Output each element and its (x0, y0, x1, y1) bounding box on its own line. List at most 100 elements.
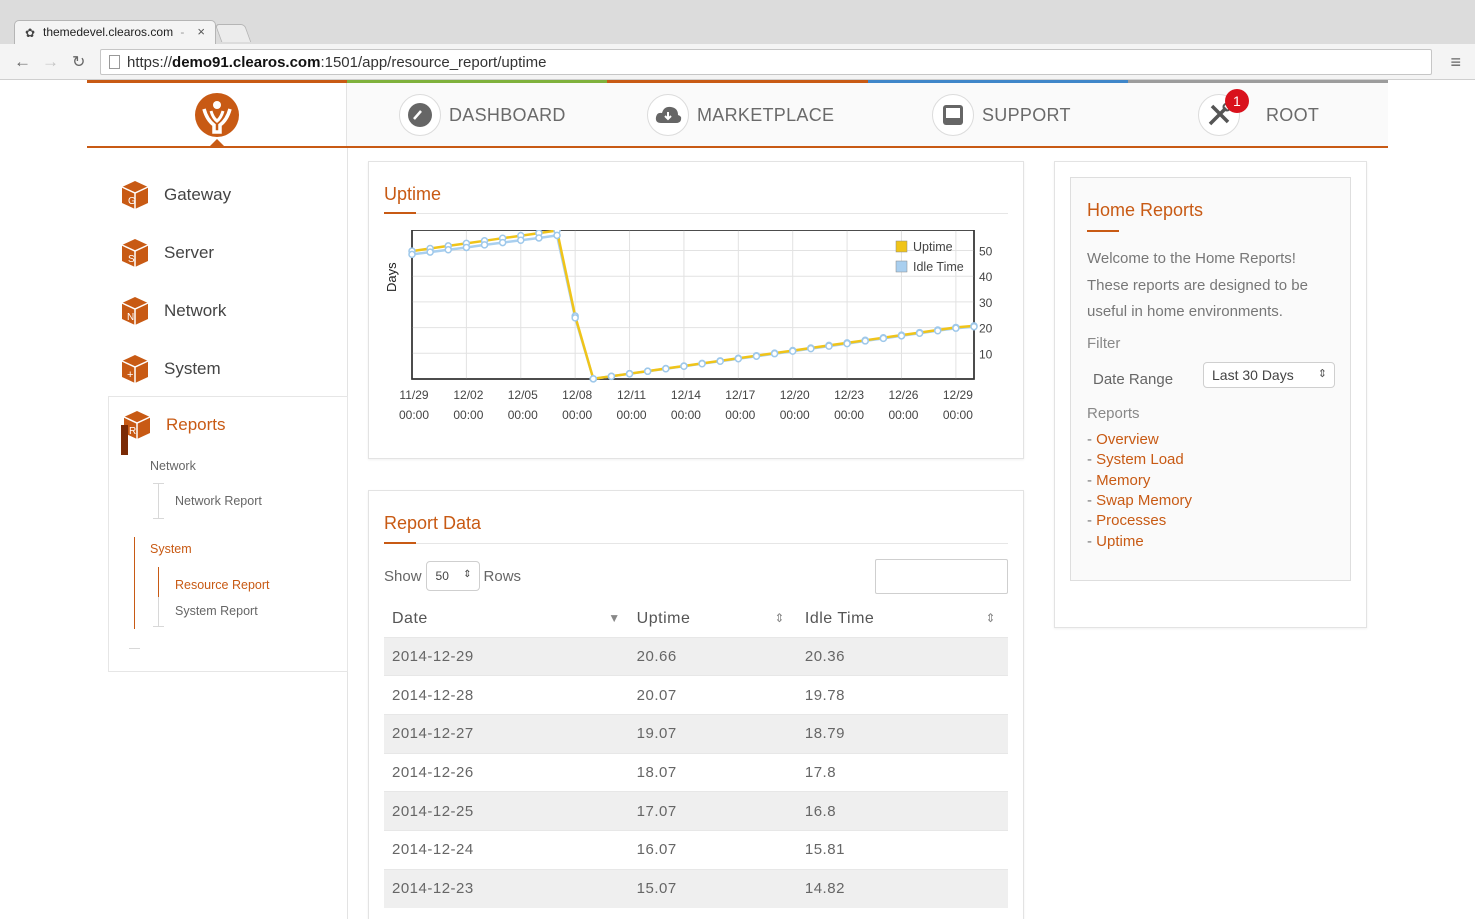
app-page: DASHBOARD MARKETPLACE SUPPORT 1 ROOT G G… (87, 80, 1389, 919)
home-reports-panel: Home Reports Welcome to the Home Reports… (1054, 161, 1367, 628)
tree-line (153, 518, 164, 519)
y-tick-label: 20 (979, 322, 993, 336)
sidebar-border (347, 148, 348, 396)
table-row: 2014-12-25 17.07 16.8 (384, 791, 1008, 831)
tree-line (129, 648, 140, 649)
x-tick-label: 12/05 (508, 388, 538, 402)
nav-support[interactable]: SUPPORT (932, 93, 1071, 137)
select-arrows-icon: ⇕ (463, 569, 472, 580)
nav-root[interactable]: 1 ROOT (1198, 89, 1319, 137)
forward-arrow-icon[interactable]: → (42, 52, 59, 72)
data-point (897, 332, 906, 340)
report-link[interactable]: - Processes (1087, 512, 1166, 529)
x-tick-label: 00:00 (834, 408, 864, 422)
sidebar-item-label: System (164, 359, 221, 378)
tab-close-icon[interactable]: × (197, 24, 205, 39)
date-range-label: Date Range (1093, 371, 1174, 388)
nav-dashboard[interactable]: DASHBOARD (399, 93, 566, 137)
report-link[interactable]: - System Load (1087, 451, 1184, 468)
url-path: :1501/app/resource_report/uptime (320, 54, 547, 71)
link-prefix: - (1087, 512, 1097, 530)
uptime-panel: Uptime 11/29 00:00 12/02 00:00 12/05 00:00 12/… (368, 161, 1024, 459)
menu-item-network-report[interactable]: Network Report (175, 494, 262, 508)
table-row: 2014-12-23 15.07 14.82 (384, 868, 1008, 908)
data-point (553, 231, 561, 240)
column-header-date[interactable]: Date ▼ (384, 601, 629, 637)
cell-date: 2014-12-23 (384, 868, 629, 908)
report-link[interactable]: - Overview (1087, 431, 1159, 448)
sidebar-item-network[interactable]: N Network (87, 282, 328, 340)
nav-dashboard-label: DASHBOARD (449, 104, 566, 125)
browser-tab[interactable]: ✿ themedevel.clearos.com - × (14, 20, 216, 44)
uptime-title: Uptime (384, 184, 442, 204)
table-row: 2014-12-29 20.66 20.36 (384, 636, 1008, 676)
report-link[interactable]: - Memory (1087, 472, 1150, 489)
chart-y-axis-label: Days (384, 262, 399, 292)
x-tick-label: 12/23 (834, 388, 864, 402)
sidebar-item-server[interactable]: S Server (87, 224, 328, 282)
cell-idle-time: 19.78 (796, 675, 1008, 715)
notification-badge[interactable]: 1 (1225, 89, 1249, 113)
link-prefix: - (1087, 451, 1097, 469)
nav-marketplace[interactable]: MARKETPLACE (647, 93, 834, 137)
sidebar: G Gateway S Server N Network + System (87, 166, 328, 398)
tree-line (153, 483, 164, 484)
report-link-label: Processes (1096, 512, 1167, 530)
data-point (734, 354, 743, 363)
cell-date: 2014-12-28 (384, 675, 629, 715)
report-link[interactable]: - Swap Memory (1087, 492, 1192, 509)
x-tick-label: 00:00 (399, 408, 429, 422)
table-header-row: Date ▼ Uptime ⇕ Idle Time ⇕ (384, 601, 1008, 637)
title-accent (384, 542, 416, 544)
column-header-uptime[interactable]: Uptime ⇕ (629, 601, 797, 637)
address-bar[interactable]: https://demo91.clearos.com:1501/app/reso… (100, 49, 1432, 75)
report-link-label: Swap Memory (1096, 491, 1193, 509)
x-tick-label: 00:00 (888, 408, 918, 422)
sidebar-item-label: Server (164, 243, 215, 262)
cell-uptime: 18.07 (628, 752, 797, 792)
data-point (480, 241, 489, 249)
tree-line-active (158, 567, 159, 597)
chart-x-ticks: 11/29 00:00 12/02 00:00 12/05 00:00 12/08 00:00… (399, 388, 973, 422)
cell-date: 2014-12-24 (384, 829, 629, 870)
dashboard-gauge-icon (399, 94, 441, 136)
date-range-value: Last 30 Days (1212, 367, 1294, 383)
x-tick-label: 12/17 (725, 388, 755, 402)
logo-cell[interactable] (87, 83, 347, 146)
data-point (625, 370, 634, 378)
page-length-control: Show 50 ⇕ Rows (384, 561, 521, 591)
table-search-input[interactable] (875, 559, 1008, 594)
data-point (517, 236, 525, 245)
menu-item-resource-report[interactable]: Resource Report (175, 578, 270, 592)
table-body: 2014-12-29 20.66 20.36 2014-12-28 20.07 19.78… (384, 636, 1008, 908)
report-link[interactable]: - Uptime (1087, 533, 1144, 550)
subcategory-system[interactable]: System (150, 542, 192, 556)
link-prefix: - (1087, 532, 1097, 550)
sidebar-item-gateway[interactable]: G Gateway (87, 166, 328, 224)
sort-desc-icon: ▼ (608, 611, 621, 625)
data-point (933, 326, 942, 335)
back-arrow-icon[interactable]: ← (14, 52, 31, 72)
cell-idle-time: 18.79 (796, 713, 1008, 754)
subcategory-network[interactable]: Network (150, 459, 196, 473)
x-tick-label: 00:00 (617, 408, 647, 422)
browser-menu-icon[interactable]: ≡ (1450, 52, 1461, 73)
x-tick-label: 00:00 (725, 408, 755, 422)
rows-per-page-select[interactable]: 50 ⇕ (425, 561, 480, 591)
reload-icon[interactable]: ↻ (72, 52, 85, 72)
sidebar-item-system[interactable]: + System (87, 340, 328, 398)
cell-uptime: 20.66 (628, 636, 797, 676)
y-tick-label: 10 (979, 347, 993, 361)
data-point (498, 238, 507, 247)
column-header-idle-time[interactable]: Idle Time ⇕ (797, 601, 1008, 637)
tree-line (153, 626, 164, 627)
server-cube-icon: S (121, 239, 149, 267)
stripe-segment (607, 80, 868, 83)
reports-section-label: Reports (1087, 405, 1140, 422)
menu-item-system-report[interactable]: System Report (175, 604, 258, 618)
sidebar-item-reports[interactable]: R Reports (121, 409, 226, 441)
sort-both-icon: ⇕ (985, 611, 996, 625)
tree-line (158, 597, 159, 627)
new-tab-button[interactable] (214, 24, 252, 42)
date-range-select[interactable]: Last 30 Days ⇕ (1203, 362, 1335, 388)
